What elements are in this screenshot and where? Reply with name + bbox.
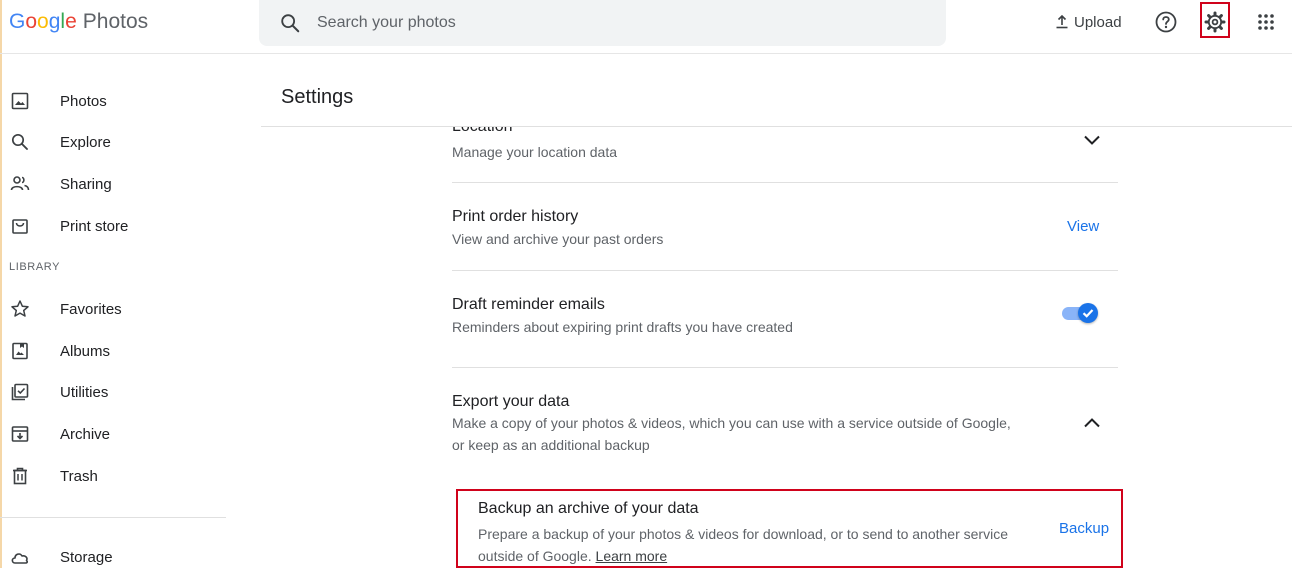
photo-icon	[11, 92, 29, 110]
sidebar-item-label: Albums	[60, 342, 111, 360]
top-bar: GooglePhotos Upload	[0, 0, 1292, 54]
sidebar-item-explore[interactable]: Explore	[0, 124, 240, 160]
logo-letter: G	[9, 10, 26, 33]
chevron-up-icon[interactable]	[1082, 413, 1102, 433]
people-icon	[10, 176, 30, 191]
sidebar-item-sharing[interactable]: Sharing	[0, 166, 240, 202]
backup-archive-section: Backup an archive of your data Prepare a…	[456, 489, 1123, 568]
sidebar-item-label: Utilities	[60, 383, 109, 401]
sidebar-item-photos[interactable]: Photos	[0, 83, 240, 119]
cloud-icon	[11, 553, 29, 564]
print-order-title: Print order history	[452, 208, 579, 225]
draft-reminder-description: Reminders about expiring print drafts yo…	[452, 319, 793, 335]
library-section-label: LIBRARY	[9, 261, 61, 273]
search-icon	[11, 133, 28, 150]
settings-list[interactable]: Location Manage your location data Print…	[240, 127, 1292, 568]
sidebar-item-storage[interactable]: Storage	[0, 539, 240, 575]
star-icon	[11, 300, 29, 317]
upload-label: Upload	[1074, 13, 1122, 31]
sidebar-item-label: Archive	[60, 425, 111, 443]
upload-button[interactable]: Upload	[1054, 12, 1122, 32]
sidebar-item-label: Sharing	[60, 175, 112, 193]
sidebar-item-label: Explore	[60, 133, 111, 151]
trash-icon	[13, 467, 27, 485]
row-divider	[452, 367, 1118, 368]
logo-letter: e	[65, 10, 77, 33]
album-icon	[12, 342, 28, 360]
backup-title: Backup an archive of your data	[478, 500, 699, 517]
product-name: Photos	[82, 10, 149, 33]
draft-reminder-toggle[interactable]	[1060, 302, 1100, 324]
logo-letter: o	[25, 10, 38, 33]
logo-letter: g	[48, 10, 61, 33]
sidebar-item-trash[interactable]: Trash	[0, 458, 240, 494]
search-bar[interactable]	[259, 0, 946, 46]
learn-more-link[interactable]: Learn more	[596, 548, 668, 564]
export-title: Export your data	[452, 393, 570, 410]
backup-description: Prepare a backup of your photos & videos…	[478, 523, 1018, 567]
sidebar-item-label: Print store	[60, 217, 129, 235]
view-orders-button[interactable]: View	[1067, 218, 1099, 235]
export-description: Make a copy of your photos & videos, whi…	[452, 415, 1011, 453]
location-description: Manage your location data	[452, 144, 617, 160]
sidebar-item-label: Favorites	[60, 300, 122, 318]
help-icon[interactable]	[1154, 10, 1178, 34]
print-order-description: View and archive your past orders	[452, 231, 664, 247]
backup-button[interactable]: Backup	[1059, 520, 1109, 537]
page-title: Settings	[281, 86, 354, 108]
sidebar: Photos Explore Sharing Print store LIBRA…	[0, 54, 240, 568]
sidebar-item-archive[interactable]: Archive	[0, 416, 240, 452]
upload-icon	[1056, 14, 1068, 29]
sidebar-item-label: Trash	[60, 467, 98, 485]
draft-reminder-title: Draft reminder emails	[452, 296, 605, 313]
sidebar-item-albums[interactable]: Albums	[0, 333, 240, 369]
row-divider	[452, 182, 1118, 183]
sidebar-divider	[0, 517, 226, 518]
backup-description-text: Prepare a backup of your photos & videos…	[478, 526, 1008, 564]
sidebar-item-print-store[interactable]: Print store	[0, 208, 240, 244]
sidebar-item-favorites[interactable]: Favorites	[0, 291, 240, 327]
sidebar-item-utilities[interactable]: Utilities	[0, 374, 240, 410]
check-icon	[1082, 309, 1094, 318]
toggle-knob	[1078, 303, 1098, 323]
checkbox-icon	[11, 383, 29, 401]
shopping-bag-icon	[12, 219, 28, 234]
apps-grid-icon[interactable]	[1254, 10, 1278, 34]
sidebar-item-label: Photos	[60, 92, 107, 110]
row-divider	[452, 270, 1118, 271]
location-title: Location	[452, 127, 513, 136]
archive-icon	[11, 426, 29, 442]
sidebar-item-label: Storage	[60, 548, 113, 566]
search-icon[interactable]	[279, 12, 301, 34]
gear-icon[interactable]	[1203, 10, 1227, 34]
search-input[interactable]	[317, 12, 877, 34]
chevron-down-icon[interactable]	[1082, 130, 1102, 150]
logo-letter: o	[37, 10, 49, 33]
google-photos-logo[interactable]: Google Photos	[9, 10, 148, 34]
